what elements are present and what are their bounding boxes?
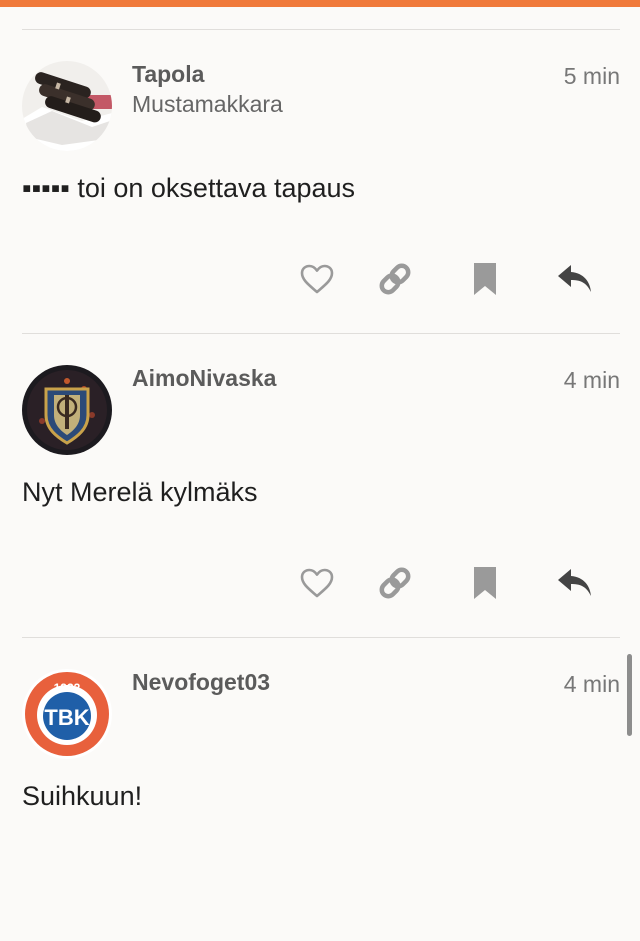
post-time[interactable]: 5 min	[564, 63, 620, 90]
header-accent-bar	[0, 0, 640, 7]
copy-link-button[interactable]	[368, 563, 422, 603]
post: AimoNivaska 4 min Nyt Merelä kylmäks	[0, 333, 640, 637]
topic-feed: Tapola Mustamakkara 5 min ▪▪▪▪▪ toi on o…	[0, 0, 640, 832]
post: 1932 TBK Nevofoget03 4 min Suihkuun!	[0, 637, 640, 941]
scrollbar-thumb[interactable]	[627, 654, 632, 736]
link-icon	[379, 263, 411, 295]
post-text: Suihkuun!	[22, 781, 143, 811]
bookmark-button[interactable]	[458, 259, 512, 299]
heart-icon	[300, 264, 334, 294]
username[interactable]: Nevofoget03	[132, 669, 270, 696]
like-button[interactable]	[290, 563, 344, 603]
post: Tapola Mustamakkara 5 min ▪▪▪▪▪ toi on o…	[0, 29, 640, 333]
user-title: Mustamakkara	[132, 91, 283, 117]
copy-link-button[interactable]	[368, 259, 422, 299]
link-icon	[379, 567, 411, 599]
like-button[interactable]	[290, 259, 344, 299]
post-actions	[290, 259, 620, 299]
reply-icon	[558, 265, 591, 292]
bookmark-icon	[474, 567, 496, 599]
post-time[interactable]: 4 min	[564, 367, 620, 394]
heart-icon	[300, 568, 334, 598]
post-text: Nyt Merelä kylmäks	[22, 477, 258, 507]
avatar-logo-letters: TBK	[44, 705, 89, 730]
avatar[interactable]: 1932 TBK	[22, 669, 112, 759]
bookmark-icon	[474, 263, 496, 295]
reply-icon	[558, 569, 591, 596]
bookmark-button[interactable]	[458, 563, 512, 603]
username[interactable]: Tapola	[132, 61, 204, 88]
post-time[interactable]: 4 min	[564, 671, 620, 698]
avatar[interactable]	[22, 61, 112, 151]
reply-button[interactable]	[548, 563, 602, 603]
avatar-logo-year: 1932	[54, 681, 81, 695]
reply-button[interactable]	[548, 259, 602, 299]
username[interactable]: AimoNivaska	[132, 365, 276, 392]
post-actions	[290, 563, 620, 603]
avatar[interactable]	[22, 365, 112, 455]
post-text: ▪▪▪▪▪ toi on oksettava tapaus	[22, 173, 356, 203]
